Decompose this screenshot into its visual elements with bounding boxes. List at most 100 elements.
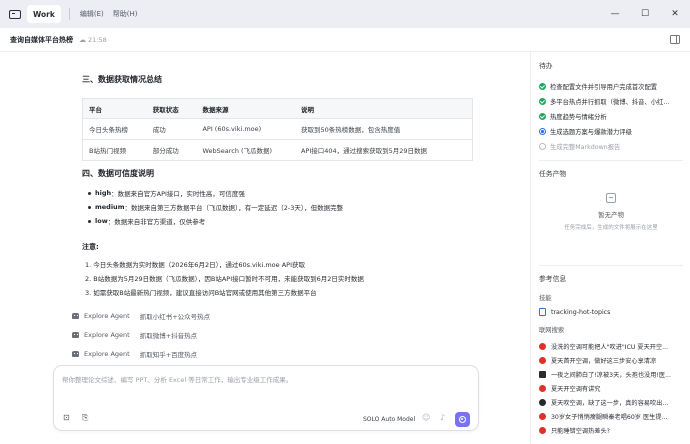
skill-name: tracking-hot-topics [551, 308, 611, 316]
level-text: ：数据来自第三方数据平台（飞瓜数据），有一定延迟（2-3天），但数据完整 [124, 204, 344, 212]
search-result[interactable]: 夏天开空调有讲究 [539, 381, 689, 395]
search-result[interactable]: 一夜之间肺白了!凉被3天，头孢也没用!医... [539, 367, 689, 381]
model-selector[interactable]: SOLO Auto Model [363, 416, 415, 423]
table-header-row: 平台 获取状态 数据来源 说明 [83, 99, 472, 118]
level-key: low [95, 217, 108, 225]
level-key: high [95, 189, 112, 197]
table-cell: 成功 [152, 126, 166, 134]
agent-list: Explore Agent 抓取小红书+公众号热点 Explore Agent … [72, 306, 210, 363]
table-cell: API接口404，通过搜索获取到5月29日数据 [300, 147, 428, 155]
search-result-title: 夏天开空调有讲究 [551, 385, 601, 393]
search-result[interactable]: 只能睡错空调热差头? [539, 423, 689, 437]
agent-desc: 抓取微博+抖音热点 [139, 331, 198, 340]
todo-label: 检查配置文件并引导用户完成首次配置 [550, 84, 658, 91]
box-icon [606, 193, 616, 203]
summary-table: 平台 获取状态 数据来源 说明 今日头条热榜 成功 API (60s.viki.… [82, 98, 473, 161]
chat-main: 三、数据获取情况总结 平台 获取状态 数据来源 说明 今日头条热榜 成功 API… [0, 52, 530, 444]
menu-edit[interactable]: 编辑(E) [80, 9, 104, 19]
agent-desc: 抓取小红书+公众号热点 [139, 312, 211, 321]
todo-item[interactable]: 多平台热点并行抓取（微博、抖音、小红... [539, 94, 669, 109]
agent-row[interactable]: Explore Agent 抓取小红书+公众号热点 [72, 306, 210, 325]
skill-item[interactable]: tracking-hot-topics [539, 308, 610, 316]
level-text: ：数据来自官方API接口，实时性高，可信度强 [111, 190, 245, 198]
chat-input-box[interactable]: 帮你整理论文综述、编写 PPT、分析 Excel 等日常工作，输出专业级工作成果… [53, 365, 479, 431]
agent-row[interactable]: Explore Agent 抓取知乎+百度热点 [72, 344, 210, 363]
agent-name: Explore Agent [84, 311, 130, 320]
todo-item[interactable]: 检查配置文件并引导用户完成首次配置 [539, 79, 669, 94]
robot-icon [72, 312, 79, 319]
table-cell: API (60s.viki.moe) [202, 125, 262, 133]
list-item: high ：数据来自官方API接口，实时性高，可信度强 [88, 186, 478, 200]
site-favicon-icon [539, 384, 546, 392]
attach-icon[interactable]: ⎘ [82, 413, 88, 423]
panel-divider [539, 160, 683, 161]
emoji-icon[interactable]: ☺ [422, 413, 430, 422]
empty-desc: 任务完成后，生成的文件将展示在这里 [564, 225, 658, 231]
empty-title: 暂无产物 [598, 211, 624, 219]
check-icon [539, 83, 546, 90]
list-item: 1. 今日头条数据为实时数据（2026年6月2日），通过60s.viki.moe… [85, 261, 306, 269]
site-favicon-icon [539, 412, 546, 420]
search-result[interactable]: 夏天首开空调，做好这三步安心享清凉 [539, 353, 689, 367]
side-panel: 待办 检查配置文件并引导用户完成首次配置 多平台热点并行抓取（微博、抖音、小红.… [530, 52, 690, 444]
note-title: 注意: [82, 243, 99, 251]
title-bar: Work 编辑(E) 帮助(H) — ☐ ✕ [0, 0, 690, 28]
robot-icon [72, 350, 79, 357]
robot-icon [72, 331, 79, 338]
search-result-title: 没洗的空调可能把人"吹进"ICU 夏天开空... [551, 343, 669, 351]
search-result[interactable]: 30岁女子悄悄瘦腿瞬秦老唱60岁 医生提... [539, 409, 689, 423]
todo-label: 热度趋势与情绪分析 [550, 114, 607, 121]
search-result-title: 夏天首开空调，做好这三步安心享清凉 [551, 357, 657, 365]
table-header-cell: 获取状态 [152, 105, 179, 114]
maximize-button[interactable]: ☐ [630, 0, 660, 28]
notes-list: 1. 今日头条数据为实时数据（2026年6月2日），通过60s.viki.moe… [85, 257, 480, 299]
header-time: 21:58 [88, 35, 107, 44]
check-icon [539, 113, 546, 120]
credibility-list: high ：数据来自官方API接口，实时性高，可信度强 medium ：数据来自第三… [88, 186, 478, 228]
level-text: ：数据来自非官方渠道，仅供参考 [107, 218, 206, 226]
search-results: 没洗的空调可能把人"吹进"ICU 夏天开空... 夏天首开空调，做好这三步安心享… [539, 339, 689, 437]
toggle-panel-icon[interactable] [670, 35, 680, 44]
level-key: medium [95, 203, 125, 211]
search-result-title: 30岁女子悄悄瘦腿瞬秦老唱60岁 医生提... [551, 413, 668, 421]
insert-icon[interactable]: ⊡ [63, 413, 70, 422]
agent-row[interactable]: Explore Agent 抓取微博+抖音热点 [72, 325, 210, 344]
todo-label: 生成完整Markdown报告 [550, 144, 621, 151]
table-header-cell: 数据来源 [202, 105, 229, 114]
menu-help[interactable]: 帮助(H) [113, 9, 138, 19]
todo-item[interactable]: 生成选题方案与爆款潜力评级 [539, 124, 669, 139]
site-favicon-icon [539, 398, 546, 406]
panel-divider [539, 265, 683, 266]
list-item: medium ：数据来自第三方数据平台（飞瓜数据），有一定延迟（2-3天），但数据… [88, 200, 478, 214]
tab-work[interactable]: Work [27, 5, 61, 23]
site-favicon-icon [539, 356, 546, 364]
search-result[interactable]: 没洗的空调可能把人"吹进"ICU 夏天开空... [539, 339, 689, 353]
bullet-dot [88, 205, 91, 209]
agent-desc: 抓取知乎+百度热点 [139, 350, 198, 359]
artifacts-empty-state: 暂无产物 任务完成后，生成的文件将展示在这里 [539, 180, 683, 250]
todo-item[interactable]: 生成完整Markdown报告 [539, 139, 669, 154]
send-button[interactable] [455, 412, 470, 427]
chat-input-placeholder[interactable]: 帮你整理论文综述、编写 PPT、分析 Excel 等日常工作，输出专业级工作成果… [62, 374, 292, 384]
table-cell: 获取到50条热榜数据，包含热度值 [300, 126, 401, 134]
site-favicon-icon [539, 342, 546, 350]
task-header: 查询自媒体平台热榜 ☁ 21:58 [0, 28, 690, 52]
close-button[interactable]: ✕ [660, 0, 690, 28]
section-heading: 三、数据获取情况总结 [82, 75, 162, 84]
table-cell: WebSearch (飞瓜数据) [202, 147, 273, 155]
in-progress-icon [539, 128, 546, 135]
page-title: 查询自媒体平台热榜 [10, 35, 73, 44]
search-result-title: 一夜之间肺白了!凉被3天，头孢也没用!医... [551, 371, 671, 379]
agent-name: Explore Agent [84, 330, 130, 339]
table-cell: B站热门视频 [89, 147, 126, 155]
list-item: 2. B站数据为5月29日数据（飞瓜数据），因B站API接口暂时不可用，未能获取… [85, 275, 364, 283]
todo-list: 检查配置文件并引导用户完成首次配置 多平台热点并行抓取（微博、抖音、小红... … [539, 79, 669, 154]
pending-icon [539, 143, 546, 150]
reference-title: 参考信息 [539, 275, 567, 283]
mic-icon[interactable]: ♪ [440, 413, 445, 422]
site-favicon-icon [539, 426, 546, 434]
search-result[interactable]: 夏天吹空调，缺了这一步，真的容易吹出... [539, 395, 689, 409]
todo-item[interactable]: 热度趋势与情绪分析 [539, 109, 669, 124]
site-favicon-icon [539, 370, 546, 378]
minimize-button[interactable]: — [600, 0, 630, 28]
